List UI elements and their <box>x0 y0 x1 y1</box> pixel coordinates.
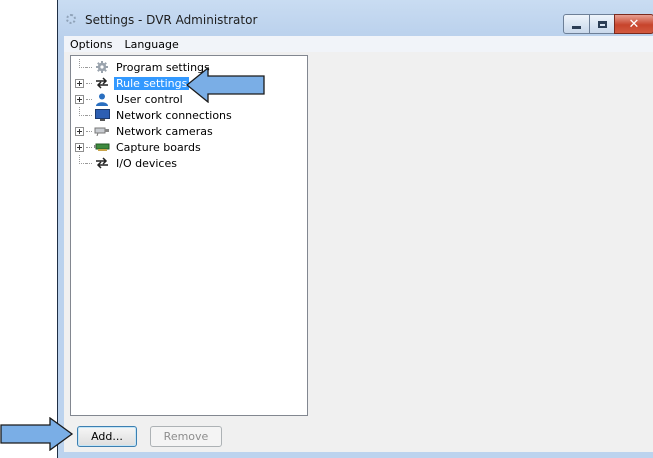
tree-item-label: User control <box>116 92 183 106</box>
gear-icon <box>94 60 110 74</box>
monitor-icon <box>94 108 110 122</box>
expand-icon[interactable] <box>75 94 84 104</box>
maximize-button[interactable] <box>589 14 615 34</box>
app-icon <box>66 14 76 24</box>
tree-connector-line <box>86 146 92 148</box>
tree-item-user-control[interactable]: User control <box>75 91 185 107</box>
tree-item-network-connections[interactable]: Network connections <box>75 106 234 123</box>
capture-board-icon <box>94 140 110 154</box>
maximize-icon <box>597 20 607 28</box>
tree-item-io-devices[interactable]: I/O devices <box>75 154 179 171</box>
expand-icon[interactable] <box>75 142 84 152</box>
tree-item-label: Capture boards <box>116 140 201 154</box>
minimize-button[interactable] <box>563 14 590 34</box>
camera-icon <box>94 124 110 138</box>
title-bar[interactable]: Settings - DVR Administrator ✕ <box>58 0 653 36</box>
tree-item-rule-settings[interactable]: Rule settings <box>75 75 190 91</box>
tree-connector-line <box>86 130 92 132</box>
tree-connector-line <box>86 66 92 68</box>
menu-language[interactable]: Language <box>118 38 184 51</box>
arrows-exchange-icon <box>94 76 110 90</box>
window-title: Settings - DVR Administrator <box>85 13 258 27</box>
settings-window: Settings - DVR Administrator ✕ Options L… <box>57 0 653 458</box>
minimize-icon <box>572 25 581 29</box>
tree-connector-line <box>86 98 92 100</box>
arrows-exchange-icon <box>94 156 110 170</box>
tree-item-network-cameras[interactable]: Network cameras <box>75 123 215 139</box>
tree-item-label: Rule settings <box>114 76 190 90</box>
settings-tree[interactable]: Program settings Rule settings User cont… <box>70 55 308 416</box>
close-button[interactable]: ✕ <box>614 14 653 34</box>
menu-bar: Options Language <box>64 36 653 52</box>
tree-item-label: Network connections <box>116 108 232 122</box>
expand-icon[interactable] <box>75 78 84 88</box>
tree-connector-line <box>86 114 92 116</box>
tree-item-label: Network cameras <box>116 124 213 138</box>
tree-connector <box>75 106 86 120</box>
expand-icon[interactable] <box>75 126 84 136</box>
callout-arrow-icon <box>186 67 265 103</box>
remove-button[interactable]: Remove <box>150 426 222 447</box>
tree-item-label: I/O devices <box>116 156 177 170</box>
menu-options[interactable]: Options <box>64 38 118 51</box>
tree-connector-line <box>86 82 92 84</box>
tree-connector-line <box>86 162 92 164</box>
tree-item-capture-boards[interactable]: Capture boards <box>75 139 203 155</box>
client-area: Program settings Rule settings User cont… <box>64 52 653 452</box>
tree-connector <box>75 154 86 168</box>
callout-arrow-icon <box>0 417 74 451</box>
close-icon: ✕ <box>628 16 640 32</box>
tree-connector <box>75 58 86 72</box>
add-button[interactable]: Add... <box>77 426 137 447</box>
user-icon <box>94 92 110 106</box>
